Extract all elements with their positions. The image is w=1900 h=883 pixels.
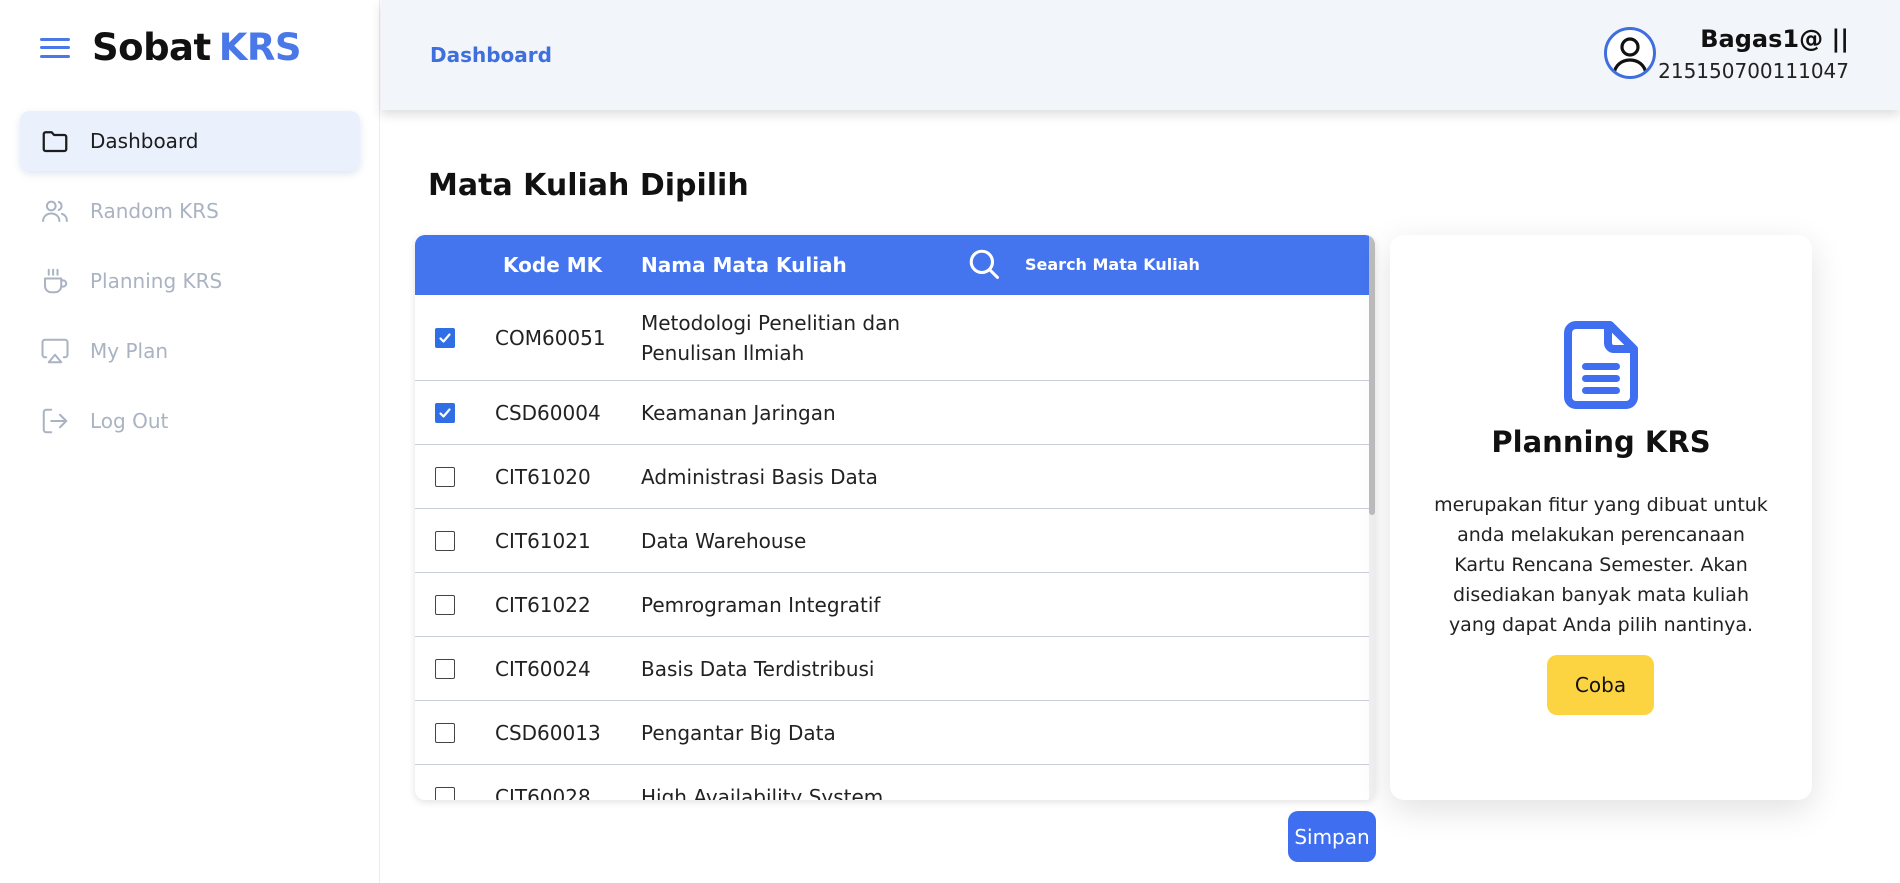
search-input[interactable]: Search Mata Kuliah — [967, 247, 1200, 281]
breadcrumb[interactable]: Dashboard — [430, 43, 552, 67]
table-row: CIT60024 Basis Data Terdistribusi — [415, 637, 1375, 701]
cell-kode: CSD60004 — [495, 400, 601, 425]
cell-kode: CIT61022 — [495, 592, 591, 617]
page-title: Mata Kuliah Dipilih — [428, 168, 749, 203]
user-name: Bagas1@ || — [1700, 25, 1849, 53]
brand: Sobat KRS — [40, 26, 302, 69]
cell-kode: CIT61020 — [495, 464, 591, 489]
table-body: COM60051 Metodologi Penelitian dan Penul… — [415, 295, 1375, 800]
cell-nama: Pemrograman Integratif — [641, 592, 881, 617]
cell-nama: Data Warehouse — [641, 528, 807, 553]
sidebar-nav: Dashboard Random KRS Planning KRS My Pla… — [20, 111, 360, 461]
row-checkbox[interactable] — [435, 328, 455, 348]
sidebar-item-label: Dashboard — [90, 129, 199, 153]
planning-krs-card: Planning KRS merupakan fitur yang dibuat… — [1390, 235, 1812, 800]
row-checkbox[interactable] — [435, 595, 455, 615]
cell-kode: CIT60024 — [495, 656, 591, 681]
search-icon — [969, 249, 1000, 280]
table-scrollbar[interactable] — [1369, 235, 1375, 800]
avatar-icon[interactable] — [1604, 27, 1656, 79]
users-icon — [40, 196, 70, 226]
try-button[interactable]: Coba — [1547, 655, 1654, 715]
cell-nama: Keamanan Jaringan — [641, 400, 836, 425]
row-checkbox[interactable] — [435, 659, 455, 679]
table-row: CIT61022 Pemrograman Integratif — [415, 573, 1375, 637]
sidebar-item-label: My Plan — [90, 339, 168, 363]
table-header: Kode MK Nama Mata Kuliah Search Mata Kul… — [415, 235, 1375, 295]
cell-nama: Pengantar Big Data — [641, 720, 836, 745]
cell-kode: CIT61021 — [495, 528, 591, 553]
user-id: 215150700111047 — [1658, 59, 1849, 83]
logout-icon — [40, 406, 70, 436]
sidebar: Sobat KRS Dashboard Random KRS Planning … — [0, 0, 380, 883]
sidebar-item-planning-krs[interactable]: Planning KRS — [20, 251, 360, 311]
row-checkbox[interactable] — [435, 467, 455, 487]
card-description: merupakan fitur yang dibuat untuk anda m… — [1434, 494, 1768, 636]
brand-text-sobat: Sobat — [92, 26, 211, 69]
sidebar-item-label: Planning KRS — [90, 269, 223, 293]
brand-logo: Sobat KRS — [92, 26, 302, 69]
top-header: Dashboard Bagas1@ || 215150700111047 — [381, 0, 1900, 110]
sidebar-item-label: Log Out — [90, 409, 169, 433]
cell-kode: CIT60028 — [495, 784, 591, 801]
row-checkbox[interactable] — [435, 723, 455, 743]
row-checkbox[interactable] — [435, 787, 455, 800]
course-table: Kode MK Nama Mata Kuliah Search Mata Kul… — [415, 235, 1375, 800]
table-row: CIT61020 Administrasi Basis Data — [415, 445, 1375, 509]
save-button[interactable]: Simpan — [1288, 811, 1376, 862]
cell-nama: High Availability System — [641, 784, 884, 801]
column-header-kode: Kode MK — [503, 253, 603, 277]
table-row: CSD60004 Keamanan Jaringan — [415, 381, 1375, 445]
table-row: COM60051 Metodologi Penelitian dan Penul… — [415, 295, 1375, 381]
sidebar-item-my-plan[interactable]: My Plan — [20, 321, 360, 381]
row-checkbox[interactable] — [435, 403, 455, 423]
folder-icon — [40, 126, 70, 156]
search-placeholder: Search Mata Kuliah — [1025, 254, 1200, 274]
user-info: Bagas1@ || 215150700111047 — [1658, 24, 1849, 86]
scrollbar-thumb[interactable] — [1369, 235, 1375, 515]
cell-kode: CSD60013 — [495, 720, 601, 745]
brand-text-krs: KRS — [218, 26, 302, 69]
table-row: CIT60028 High Availability System — [415, 765, 1375, 800]
cell-nama: Administrasi Basis Data — [641, 464, 878, 489]
cell-nama: Metodologi Penelitian dan Penulisan Ilmi… — [641, 310, 901, 365]
sidebar-item-log-out[interactable]: Log Out — [20, 391, 360, 451]
hamburger-menu-icon[interactable] — [40, 36, 70, 60]
sidebar-item-random-krs[interactable]: Random KRS — [20, 181, 360, 241]
cup-icon — [40, 266, 70, 296]
airplay-icon — [40, 336, 70, 366]
table-row: CIT61021 Data Warehouse — [415, 509, 1375, 573]
sidebar-item-label: Random KRS — [90, 199, 219, 223]
app-root: Sobat KRS Dashboard Random KRS Planning … — [0, 0, 1900, 883]
document-icon — [1564, 321, 1638, 409]
cell-nama: Basis Data Terdistribusi — [641, 656, 875, 681]
cell-kode: COM60051 — [495, 325, 606, 350]
table-row: CSD60013 Pengantar Big Data — [415, 701, 1375, 765]
card-title: Planning KRS — [1491, 425, 1711, 459]
row-checkbox[interactable] — [435, 531, 455, 551]
sidebar-item-dashboard[interactable]: Dashboard — [20, 111, 360, 171]
column-header-nama: Nama Mata Kuliah — [641, 253, 847, 277]
